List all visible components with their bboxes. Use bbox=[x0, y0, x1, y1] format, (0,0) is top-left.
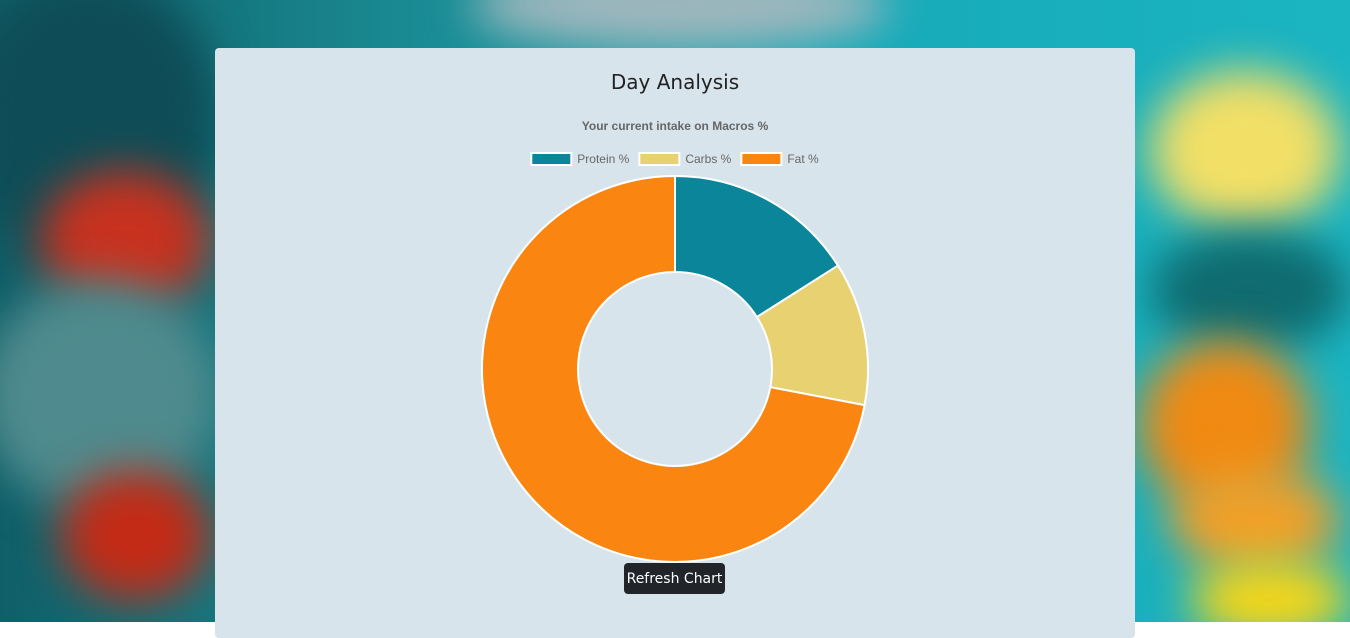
legend-swatch bbox=[638, 152, 681, 166]
legend-label: Carbs % bbox=[685, 152, 731, 166]
legend-swatch bbox=[530, 152, 573, 166]
chart-legend[interactable]: Protein % Carbs % Fat % bbox=[530, 152, 819, 166]
macros-doughnut-chart: Your current intake on Macros % Protein … bbox=[481, 119, 869, 563]
chart-slices[interactable] bbox=[481, 174, 869, 563]
legend-swatch bbox=[740, 152, 783, 166]
chart-title: Your current intake on Macros % bbox=[582, 119, 769, 133]
legend-label: Fat % bbox=[787, 152, 819, 166]
legend-item-carbs[interactable]: Carbs % bbox=[638, 152, 732, 166]
legend-item-fat[interactable]: Fat % bbox=[740, 152, 819, 166]
refresh-chart-button[interactable]: Refresh Chart bbox=[624, 563, 725, 594]
legend-item-protein[interactable]: Protein % bbox=[530, 152, 630, 166]
legend-label: Protein % bbox=[577, 152, 629, 166]
